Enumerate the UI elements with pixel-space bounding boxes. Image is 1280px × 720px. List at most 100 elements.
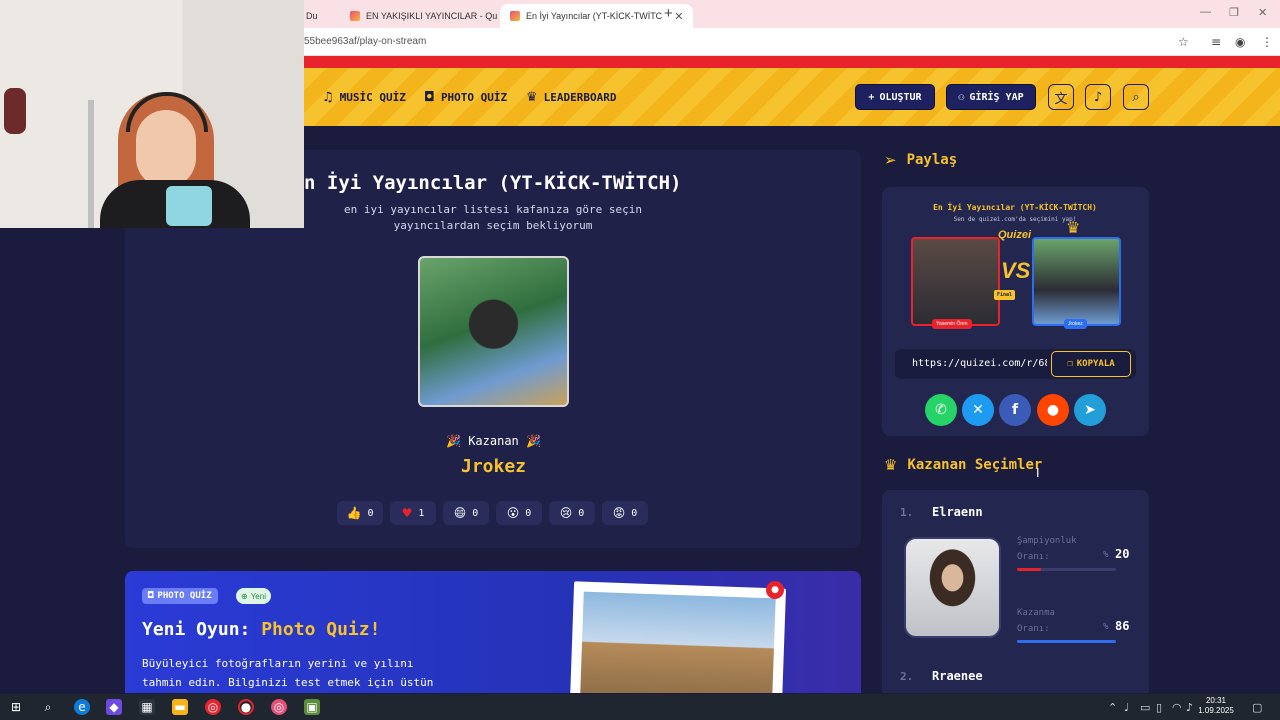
- create-button[interactable]: + OLUŞTUR: [855, 84, 935, 110]
- translate-icon[interactable]: 文: [1048, 84, 1074, 110]
- chrome-icon[interactable]: ◎: [205, 699, 221, 715]
- description-line: en iyi yayıncılar listesi kafanıza göre …: [343, 203, 642, 216]
- win-rate-fill: [1017, 640, 1116, 643]
- volume-icon[interactable]: ♪: [1186, 701, 1193, 714]
- share-section-title: ➢ Paylaş: [884, 151, 957, 169]
- windows-start-icon[interactable]: ⊞: [8, 699, 24, 715]
- maximize-icon[interactable]: ❐: [1229, 6, 1239, 19]
- promo-photo-frame: [569, 581, 787, 693]
- promo-desc-line: Büyüleyici fotoğrafların yerini ve yılın…: [142, 657, 414, 670]
- media-controls-icon[interactable]: ≡: [1211, 35, 1221, 49]
- battery-icon[interactable]: ▯: [1156, 701, 1162, 714]
- webcam-stand: [88, 100, 94, 228]
- nav-label: MUSİC QUİZ: [339, 91, 406, 104]
- search-icon[interactable]: ⌕: [40, 699, 56, 715]
- url-text[interactable]: 55bee963af/play-on-stream: [304, 36, 426, 47]
- close-tab-icon[interactable]: ✕: [674, 10, 683, 23]
- contestant-name: Elraenn: [932, 505, 983, 519]
- x-icon[interactable]: ✕: [962, 394, 994, 426]
- reaction-count: 0: [525, 507, 532, 519]
- reaction-sad-button[interactable]: 😢 0: [549, 501, 595, 525]
- section-title-text: Kazanan Seçimler: [907, 457, 1043, 473]
- quizei-logo: Quizei: [998, 229, 1032, 241]
- promo-description: Büyüleyici fotoğrafların yerini ve yılın…: [142, 654, 482, 692]
- edge-icon[interactable]: e: [74, 699, 90, 715]
- angry-icon: 😡: [612, 506, 626, 520]
- site-header: ♫ MUSİC QUİZ ◘ PHOTO QUİZ ♛ LEADERBOARD …: [304, 68, 1280, 126]
- share-right-contestant-image: [1032, 237, 1121, 326]
- menu-icon[interactable]: ⋮: [1261, 35, 1273, 49]
- camera-icon: ◘: [424, 90, 435, 105]
- stat-label-line: Oranı:: [1017, 624, 1050, 634]
- party-popper-icon: 🎉: [446, 434, 461, 448]
- reaction-count: 0: [578, 507, 585, 519]
- webcam-overlay: [0, 0, 304, 228]
- folder-icon[interactable]: ▬: [172, 699, 188, 715]
- nav-label: PHOTO QUİZ: [440, 91, 508, 104]
- globe-icon: ⊕: [241, 591, 248, 601]
- obs-icon[interactable]: ●: [238, 699, 254, 715]
- microphone-icon[interactable]: ♩: [1124, 701, 1129, 714]
- clock-date: 1.09.2025: [1198, 706, 1234, 715]
- reaction-heart-button[interactable]: ♥ 1: [390, 501, 436, 525]
- notifications-icon[interactable]: ▢: [1252, 701, 1262, 714]
- app-icon[interactable]: ◆: [106, 699, 122, 715]
- send-icon: ➢: [884, 151, 897, 169]
- reaction-angry-button[interactable]: 😡 0: [602, 501, 648, 525]
- copy-link-button[interactable]: ❐ KOPYALA: [1051, 351, 1131, 377]
- login-label: GİRİŞ YAP: [969, 91, 1024, 103]
- close-window-icon[interactable]: ✕: [1258, 6, 1267, 19]
- display-icon[interactable]: ▭: [1140, 701, 1150, 714]
- nav-leaderboard[interactable]: ♛ LEADERBOARD: [526, 90, 617, 105]
- nav-label: LEADERBOARD: [543, 91, 617, 104]
- chrome-profile-icon[interactable]: ◎: [271, 699, 287, 715]
- contestant-image: [904, 537, 1001, 638]
- reaction-count: 0: [367, 507, 374, 519]
- bookmark-star-icon[interactable]: ☆: [1178, 35, 1189, 49]
- reaction-count: 0: [472, 507, 479, 519]
- webcam-hanger: [4, 88, 26, 134]
- profile-icon[interactable]: ◉: [1235, 35, 1245, 49]
- nav-music-quiz[interactable]: ♫ MUSİC QUİZ: [322, 90, 406, 105]
- minimize-icon[interactable]: —: [1200, 6, 1211, 18]
- promo-desc-line: tahmin edin. Bilginizi test etmek için ü…: [142, 676, 434, 689]
- wifi-icon[interactable]: ◠: [1172, 701, 1182, 714]
- tower-bridge-photo: [579, 591, 776, 693]
- contestant-name: Rraenee: [932, 669, 983, 683]
- percent-sign: %: [1103, 622, 1109, 632]
- promo-title-prefix: Yeni Oyun:: [142, 619, 251, 640]
- reaction-wow-button[interactable]: 😮 0: [496, 501, 542, 525]
- user-icon: ⚇: [958, 91, 965, 103]
- winner-label-text: Kazanan: [468, 434, 519, 448]
- calculator-icon[interactable]: ▦: [139, 699, 155, 715]
- clock-time: 20:31: [1205, 696, 1227, 705]
- winner-name: Jrokez: [460, 456, 527, 477]
- photo-quiz-promo[interactable]: ◘ PHOTO QUİZ ⊕ Yeni Yeni Oyun: Photo Qui…: [125, 571, 861, 693]
- facebook-icon[interactable]: f: [999, 394, 1031, 426]
- minecraft-icon[interactable]: ▣: [304, 699, 320, 715]
- championship-rate-label: Şampiyonluk Oranı:: [1017, 533, 1077, 565]
- description-line: yayıncılardan seçim bekliyorum: [393, 219, 593, 232]
- left-contestant-name: Yasemin Ören: [932, 319, 972, 329]
- bell-icon[interactable]: ♪: [1085, 84, 1111, 110]
- reaction-laugh-button[interactable]: 😄 0: [443, 501, 489, 525]
- telegram-icon[interactable]: ➤: [1074, 394, 1106, 426]
- share-link-text[interactable]: https://quizei.com/r/68b: [912, 358, 1047, 369]
- tray-chevron-icon[interactable]: ⌃: [1108, 701, 1117, 714]
- taskbar-clock[interactable]: 20:31 1.09.2025: [1196, 696, 1236, 716]
- section-title-text: Paylaş: [906, 152, 958, 168]
- badge-label: PHOTO QUİZ: [157, 591, 212, 601]
- whatsapp-icon[interactable]: ✆: [925, 394, 957, 426]
- thumbs-up-icon: 👍: [346, 506, 362, 520]
- right-contestant-name: Jrokez: [1064, 319, 1087, 329]
- new-tab-icon[interactable]: +: [664, 5, 673, 22]
- copy-label: KOPYALA: [1076, 359, 1115, 369]
- login-button[interactable]: ⚇ GİRİŞ YAP: [946, 84, 1036, 110]
- reaction-like-button[interactable]: 👍 0: [337, 501, 383, 525]
- winner-image: [418, 256, 569, 407]
- final-tag: Final: [994, 290, 1016, 300]
- nav-photo-quiz[interactable]: ◘ PHOTO QUİZ: [424, 90, 507, 105]
- search-icon[interactable]: ⌕: [1123, 84, 1149, 110]
- tab-title: EN YAKIŞIKLI YAYINCILAR - Qu: [366, 11, 498, 21]
- reddit-icon[interactable]: ●: [1037, 394, 1069, 426]
